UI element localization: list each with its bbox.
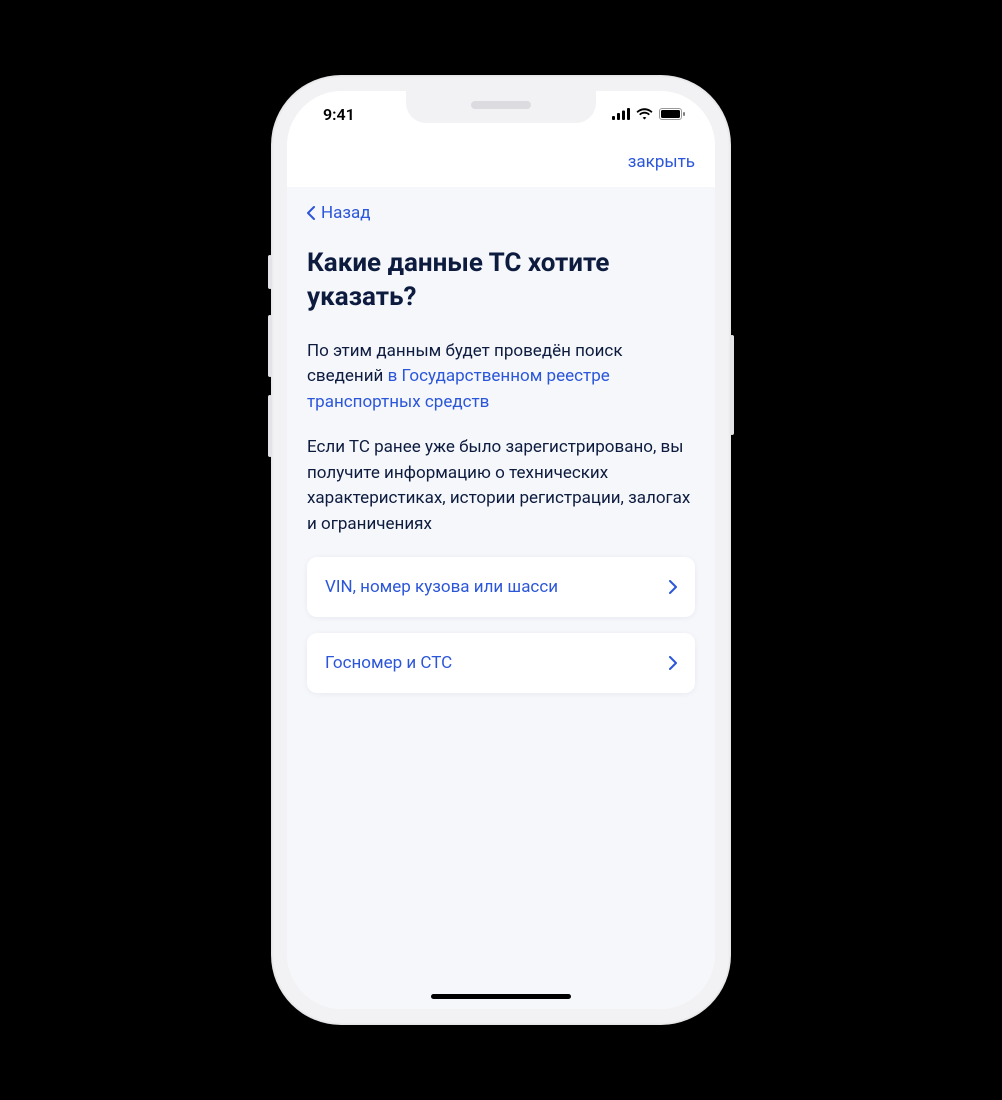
volume-up-button	[268, 315, 272, 377]
back-label: Назад	[321, 203, 371, 223]
notch	[406, 91, 596, 123]
power-button	[730, 335, 734, 435]
content-area: Назад Какие данные ТС хотите указать? По…	[287, 187, 715, 1009]
option-vin[interactable]: VIN, номер кузова или шасси	[307, 557, 695, 617]
chevron-right-icon	[669, 580, 677, 594]
back-button[interactable]: Назад	[307, 203, 371, 223]
status-time: 9:41	[323, 105, 355, 124]
wifi-icon	[636, 108, 653, 120]
close-button[interactable]: закрыть	[628, 152, 695, 172]
option-gosnomer[interactable]: Госномер и СТС	[307, 633, 695, 693]
mute-switch	[268, 255, 272, 289]
battery-icon	[659, 108, 685, 120]
status-indicators	[612, 108, 685, 120]
screen: 9:41	[287, 91, 715, 1009]
cellular-icon	[612, 108, 630, 120]
chevron-left-icon	[307, 206, 315, 220]
page-title: Какие данные ТС хотите указать?	[307, 247, 695, 315]
phone-frame: 9:41	[271, 75, 731, 1025]
intro-paragraph-2: Если ТС ранее уже было зарегистрировано,…	[307, 435, 695, 537]
chevron-right-icon	[669, 656, 677, 670]
intro-paragraph-1: По этим данным будет проведён поиск свед…	[307, 339, 695, 416]
volume-down-button	[268, 395, 272, 457]
top-bar: закрыть	[287, 137, 715, 187]
home-indicator	[431, 994, 571, 999]
option-vin-label: VIN, номер кузова или шасси	[325, 577, 558, 597]
option-gosnomer-label: Госномер и СТС	[325, 653, 452, 673]
